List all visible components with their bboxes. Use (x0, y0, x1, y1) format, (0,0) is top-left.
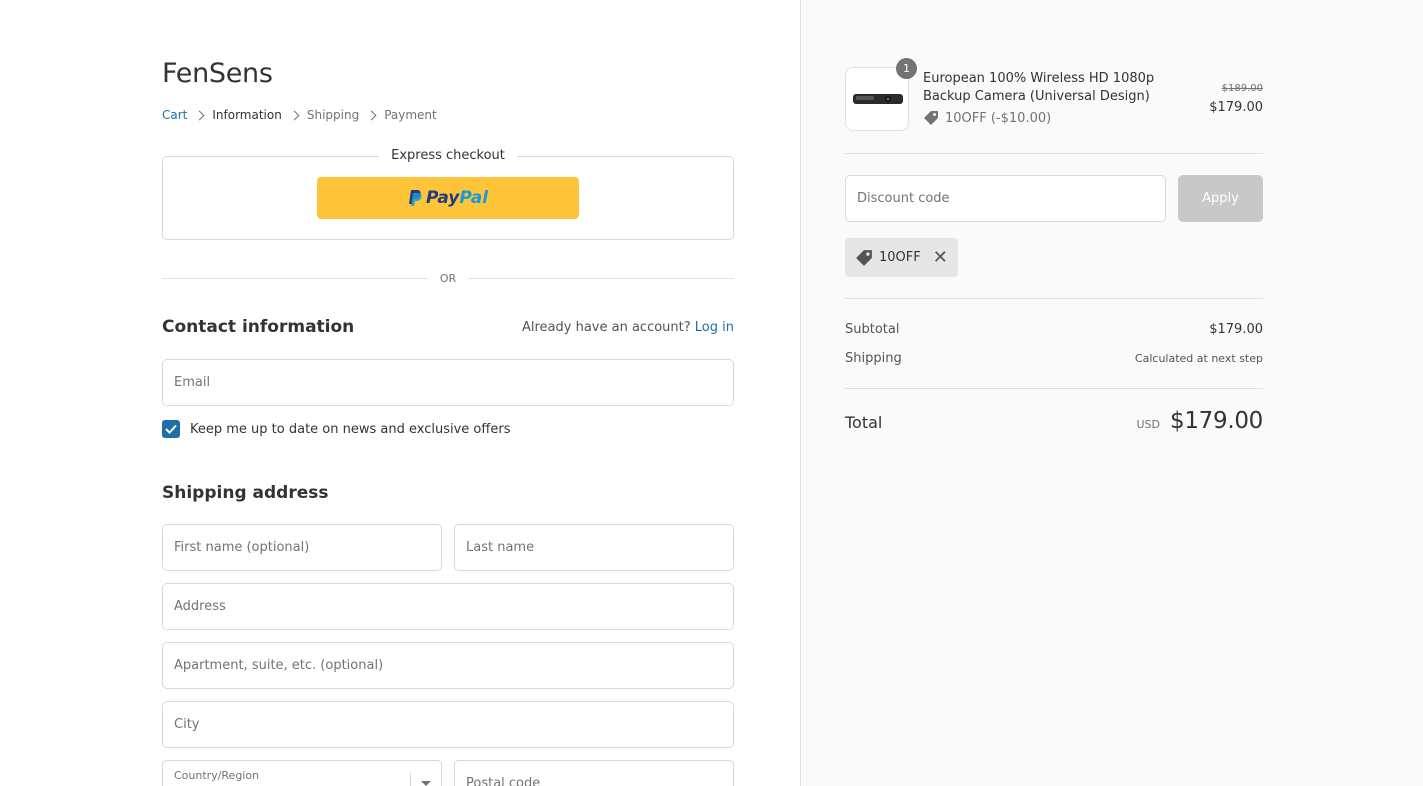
total-row: Total USD $179.00 (845, 408, 1263, 434)
paypal-pay-text: Pay (425, 188, 460, 208)
express-checkout-title: Express checkout (379, 148, 517, 163)
shipping-label: Shipping (845, 351, 902, 366)
address-field[interactable] (162, 583, 734, 630)
total-amount: $179.00 (1169, 408, 1263, 434)
applied-discount-code: 10OFF (879, 250, 921, 265)
chevron-right-icon (194, 110, 205, 120)
chevron-down-icon (421, 781, 431, 786)
country-label: Country/Region (174, 769, 260, 782)
breadcrumb-information: Information (212, 108, 282, 122)
last-name-field[interactable] (454, 524, 734, 571)
newsletter-label: Keep me up to date on news and exclusive… (190, 421, 511, 437)
remove-discount-close-icon[interactable]: ✕ (933, 248, 948, 267)
breadcrumb-payment: Payment (384, 108, 437, 122)
shipping-value: Calculated at next step (1134, 352, 1263, 365)
camera-image-icon (853, 94, 903, 104)
total-label: Total (845, 413, 883, 432)
quantity-badge: 1 (896, 58, 917, 79)
express-checkout-box: Express checkout PayPal (162, 148, 734, 240)
order-item: 1 European 100% Wireless HD 1080p Backup… (845, 58, 1263, 131)
discount-code-field[interactable] (845, 175, 1166, 222)
original-price: $189.00 (1221, 83, 1263, 94)
discount-code-input[interactable] (846, 176, 1165, 221)
account-prompt-text: Already have an account? (521, 320, 691, 335)
postal-code-field[interactable] (454, 760, 734, 786)
subtotal-row: Subtotal $179.00 (845, 322, 1263, 337)
chevron-right-icon (366, 110, 377, 120)
shipping-address-title: Shipping address (162, 483, 329, 503)
account-prompt: Already have an account? Log in (522, 320, 734, 335)
divider (845, 388, 1263, 389)
final-price: $179.00 (1209, 100, 1263, 115)
subtotal-value: $179.00 (1209, 322, 1263, 337)
paypal-icon (408, 190, 422, 206)
store-name[interactable]: FenSens (162, 58, 273, 89)
divider (845, 153, 1263, 154)
first-name-field[interactable] (162, 524, 442, 571)
product-discount: 10OFF (-$10.00) (923, 110, 1051, 126)
order-summary: 1 European 100% Wireless HD 1080p Backup… (800, 0, 1423, 786)
shipping-row: Shipping Calculated at next step (845, 351, 1263, 366)
city-field[interactable] (162, 701, 734, 748)
newsletter-row[interactable]: Keep me up to date on news and exclusive… (162, 420, 510, 438)
contact-title: Contact information (162, 317, 355, 337)
checkout-main: FenSens Cart Information Shipping Paymen… (0, 0, 800, 786)
paypal-pal-text: Pal (459, 188, 489, 208)
city-input[interactable] (163, 702, 733, 747)
paypal-logo: PayPal (408, 188, 488, 208)
newsletter-checkbox[interactable] (162, 420, 180, 438)
paypal-button[interactable]: PayPal (317, 177, 579, 219)
tag-icon (924, 111, 938, 125)
currency-code: USD (1136, 418, 1160, 431)
country-select[interactable]: Country/Region (162, 760, 442, 786)
product-discount-text: 10OFF (-$10.00) (945, 110, 1052, 126)
or-divider: OR (162, 270, 734, 286)
breadcrumb-cart[interactable]: Cart (162, 108, 187, 122)
product-name: European 100% Wireless HD 1080p Backup C… (923, 71, 1155, 104)
postal-code-input[interactable] (455, 761, 733, 786)
divider (845, 298, 1263, 299)
email-input[interactable] (163, 360, 733, 405)
apartment-input[interactable] (163, 643, 733, 688)
first-name-input[interactable] (163, 525, 441, 570)
apartment-field[interactable] (162, 642, 734, 689)
checkmark-icon (165, 424, 177, 434)
address-input[interactable] (163, 584, 733, 629)
subtotal-label: Subtotal (845, 322, 900, 337)
tag-icon (856, 249, 872, 266)
breadcrumb-shipping: Shipping (306, 108, 360, 122)
login-link[interactable]: Log in (695, 320, 734, 335)
apply-button[interactable]: Apply (1178, 175, 1263, 222)
email-field[interactable] (162, 359, 734, 406)
or-label: OR (439, 271, 457, 285)
breadcrumb: Cart Information Shipping Payment (162, 108, 437, 122)
applied-discount-chip: 10OFF ✕ (845, 238, 958, 277)
chevron-right-icon (289, 110, 300, 120)
last-name-input[interactable] (455, 525, 733, 570)
